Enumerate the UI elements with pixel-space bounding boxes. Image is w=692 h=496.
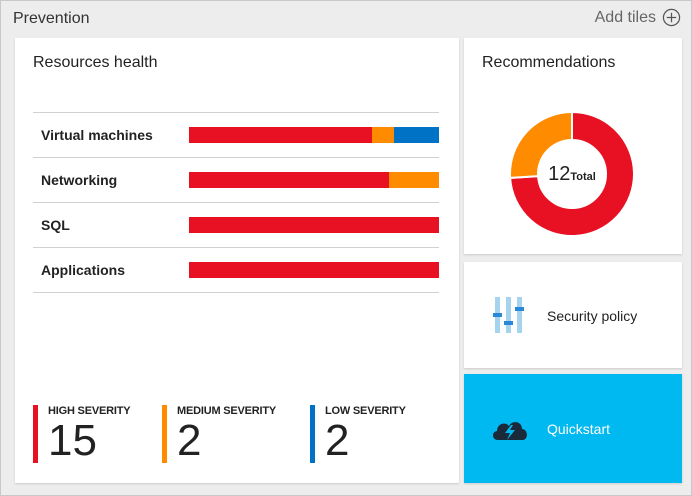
health-bar	[189, 172, 439, 188]
severity-count: 2	[325, 416, 350, 465]
cloud-bolt-icon	[492, 422, 527, 440]
resource-row-label: Applications	[41, 262, 126, 278]
donut-total-value: 12	[548, 162, 571, 185]
health-bar-segment	[389, 172, 439, 188]
recommendations-title: Recommendations	[482, 54, 616, 71]
sliders-icon	[493, 297, 524, 333]
resources-health-title: Resources health	[33, 54, 158, 71]
low-severity-summary[interactable]: LOW SEVERITY 2	[310, 405, 406, 463]
security-policy-tile[interactable]: Security policy	[464, 262, 682, 368]
blade-title: Prevention	[13, 10, 90, 27]
health-bar	[189, 217, 439, 233]
donut-total-label: Total	[570, 171, 596, 183]
resources-health-tile[interactable]: Resources health Virtual machines Network…	[15, 38, 459, 483]
add-tiles-label: Add tiles	[594, 8, 656, 26]
severity-count: 15	[48, 416, 97, 465]
resource-row[interactable]: Applications	[33, 248, 439, 293]
resource-row[interactable]: Networking	[33, 158, 439, 203]
resource-row-label: Virtual machines	[41, 127, 153, 143]
health-bar	[189, 127, 439, 143]
resource-rows: Virtual machines Networking SQL Application…	[33, 112, 439, 293]
donut-center: 12 Total	[509, 111, 635, 237]
recommendations-tile[interactable]: Recommendations 12 Total	[464, 38, 682, 254]
resource-row-label: SQL	[41, 217, 70, 233]
health-bar-segment	[394, 127, 439, 143]
health-bar-segment	[189, 262, 439, 278]
health-bar-segment	[189, 217, 439, 233]
blade-header: Prevention Add tiles	[1, 1, 691, 35]
quickstart-tile[interactable]: Quickstart	[464, 374, 682, 483]
security-policy-label: Security policy	[547, 308, 638, 324]
health-bar-segment	[189, 127, 372, 143]
resource-row[interactable]: SQL	[33, 203, 439, 248]
plus-circle-icon	[662, 8, 681, 27]
health-bar	[189, 262, 439, 278]
health-bar-segment	[371, 127, 394, 143]
severity-count: 2	[177, 416, 202, 465]
recommendations-donut: 12 Total	[509, 110, 635, 237]
high-severity-summary[interactable]: HIGH SEVERITY 15	[33, 405, 131, 465]
resource-row[interactable]: Virtual machines	[33, 113, 439, 158]
prevention-blade: Prevention Add tiles Resources health Vi…	[0, 0, 692, 496]
resource-row-label: Networking	[41, 172, 118, 188]
health-bar-segment	[189, 172, 389, 188]
medium-severity-summary[interactable]: MEDIUM SEVERITY 2	[162, 405, 276, 463]
add-tiles-button[interactable]: Add tiles	[595, 8, 681, 27]
quickstart-label: Quickstart	[547, 421, 611, 437]
